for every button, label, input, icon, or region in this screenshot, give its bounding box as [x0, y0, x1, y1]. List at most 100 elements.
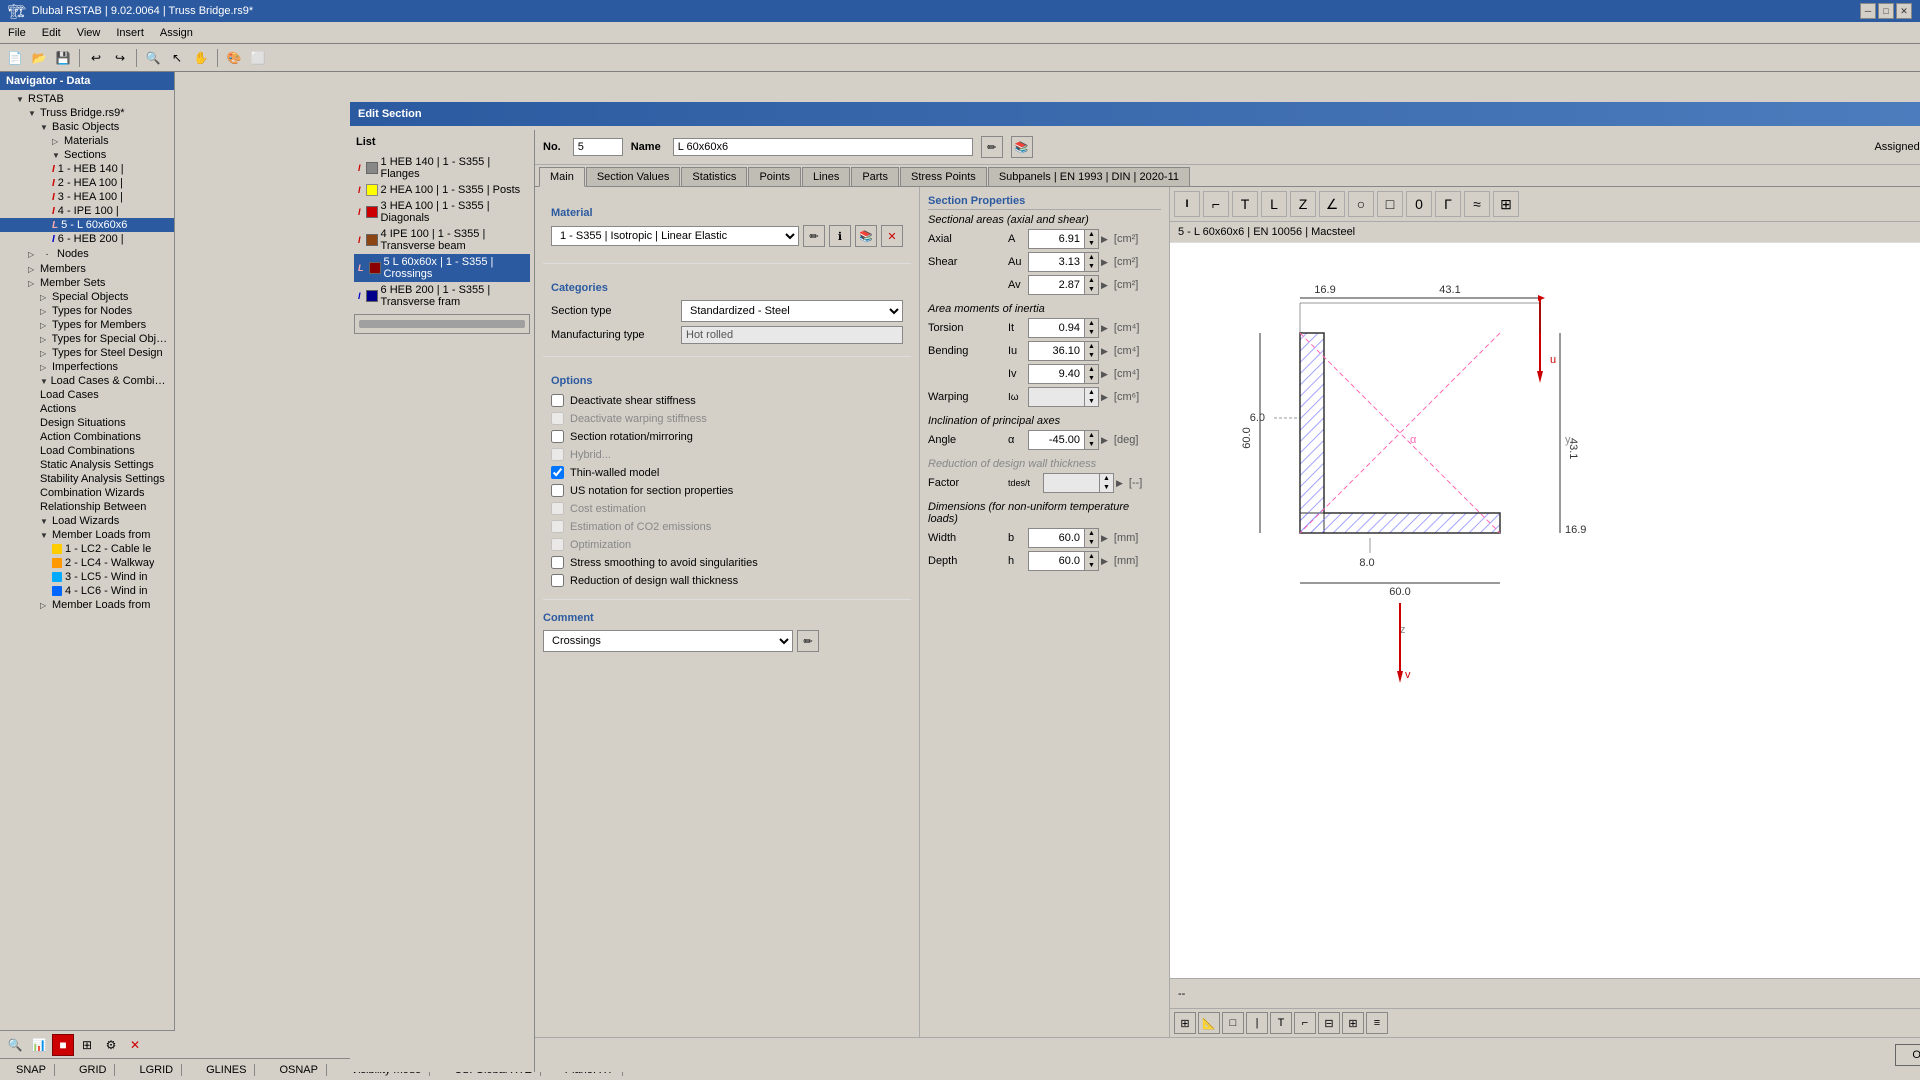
nav-special-objects[interactable]: ▷ Special Objects — [0, 290, 174, 304]
cs-tool-6[interactable]: ⌐ — [1294, 1012, 1316, 1034]
opt-shear-stiffness-cb[interactable] — [551, 394, 564, 407]
section-type-select[interactable]: Standardized - Steel — [681, 300, 903, 322]
angle-down[interactable]: ▼ — [1084, 440, 1098, 449]
nav-load-combinations[interactable]: Load Combinations — [0, 444, 174, 458]
shear2-down[interactable]: ▼ — [1084, 285, 1098, 294]
opt-section-rotation-cb[interactable] — [551, 430, 564, 443]
profile-l2-btn[interactable]: Γ — [1435, 191, 1461, 217]
nav-design-situations[interactable]: Design Situations — [0, 416, 174, 430]
torsion-down[interactable]: ▼ — [1084, 328, 1098, 337]
nav-rstab[interactable]: ▼ RSTAB — [0, 92, 174, 106]
profile-z-btn[interactable]: Z — [1290, 191, 1316, 217]
section-item-2[interactable]: I 2 HEA 100 | 1 - S355 | Posts — [354, 182, 530, 198]
zoom-btn[interactable]: 🔍 — [142, 47, 164, 69]
no-input[interactable] — [573, 138, 623, 156]
new-btn[interactable]: 📄 — [4, 47, 26, 69]
nav-combo-wizards[interactable]: Combination Wizards — [0, 486, 174, 500]
cs-tool-2[interactable]: 📐 — [1198, 1012, 1220, 1034]
tab-points[interactable]: Points — [748, 167, 801, 186]
nav-tool-2[interactable]: 📊 — [28, 1034, 50, 1043]
pan-btn[interactable]: ✋ — [190, 47, 212, 69]
axial-value-input[interactable] — [1029, 232, 1084, 246]
nav-relationship[interactable]: Relationship Between — [0, 500, 174, 514]
bending-v-down[interactable]: ▼ — [1084, 374, 1098, 383]
nav-lc6[interactable]: 4 - LC6 - Wind in — [0, 584, 174, 598]
material-library-icon[interactable]: 📚 — [855, 225, 877, 247]
cs-tool-5[interactable]: T — [1270, 1012, 1292, 1034]
nav-types-members[interactable]: ▷ Types for Members — [0, 318, 174, 332]
section-item-3[interactable]: I 3 HEA 100 | 1 - S355 | Diagonals — [354, 198, 530, 226]
ok-button[interactable]: OK — [1895, 1044, 1920, 1066]
menu-edit[interactable]: Edit — [34, 25, 69, 41]
tab-lines[interactable]: Lines — [802, 167, 850, 186]
material-delete-icon[interactable]: ✕ — [881, 225, 903, 247]
nav-section-3[interactable]: I 3 - HEA 100 | — [0, 190, 174, 204]
width-up[interactable]: ▲ — [1084, 529, 1098, 538]
tab-statistics[interactable]: Statistics — [681, 167, 747, 186]
status-glines[interactable]: GLINES — [198, 1064, 255, 1076]
shear-value-input[interactable] — [1029, 255, 1084, 269]
torsion-up[interactable]: ▲ — [1084, 319, 1098, 328]
profile-i-btn[interactable]: I — [1174, 191, 1200, 217]
profile-angle-btn[interactable]: ∠ — [1319, 191, 1345, 217]
nav-lc4[interactable]: 2 - LC4 - Walkway — [0, 556, 174, 570]
name-library-btn[interactable]: 📚 — [1011, 136, 1033, 158]
nav-imperfections[interactable]: ▷ Imperfections — [0, 360, 174, 374]
nav-members[interactable]: ▷ Members — [0, 262, 174, 276]
nav-section-5-selected[interactable]: L 5 - L 60x60x6 — [0, 218, 174, 232]
nav-section-6[interactable]: I 6 - HEB 200 | — [0, 232, 174, 246]
opt-stress-cb[interactable] — [551, 556, 564, 569]
bending-u-down[interactable]: ▼ — [1084, 351, 1098, 360]
material-select[interactable]: 1 - S355 | Isotropic | Linear Elastic — [551, 226, 799, 246]
nav-member-loads-2[interactable]: ▷ Member Loads from — [0, 598, 174, 612]
status-lgrid[interactable]: LGRID — [131, 1064, 182, 1076]
nav-project[interactable]: ▼ Truss Bridge.rs9* — [0, 106, 174, 120]
nav-types-steel[interactable]: ▷ Types for Steel Design — [0, 346, 174, 360]
menu-file[interactable]: File — [0, 25, 34, 41]
axial-up[interactable]: ▲ — [1084, 230, 1098, 239]
profile-l-btn[interactable]: L — [1261, 191, 1287, 217]
cs-tool-1[interactable]: ⊞ — [1174, 1012, 1196, 1034]
nav-nodes[interactable]: ▷ · Nodes — [0, 246, 174, 262]
nav-basic-objects[interactable]: ▼ Basic Objects — [0, 120, 174, 134]
name-input[interactable] — [673, 138, 973, 156]
profile-bracket-btn[interactable]: ⌐ — [1203, 191, 1229, 217]
select-btn[interactable]: ↖ — [166, 47, 188, 69]
status-osnap[interactable]: OSNAP — [271, 1064, 327, 1076]
minimize-btn[interactable]: ─ — [1860, 3, 1876, 19]
nav-tool-1[interactable]: 🔍 — [4, 1034, 26, 1043]
menu-assign[interactable]: Assign — [152, 25, 201, 41]
tab-section-values[interactable]: Section Values — [586, 167, 681, 186]
nav-stability-analysis[interactable]: Stability Analysis Settings — [0, 472, 174, 486]
nav-section-2[interactable]: I 2 - HEA 100 | — [0, 176, 174, 190]
nav-member-loads[interactable]: ▼ Member Loads from — [0, 528, 174, 542]
shear-up[interactable]: ▲ — [1084, 253, 1098, 262]
nav-actions[interactable]: Actions — [0, 402, 174, 416]
nav-section-1[interactable]: I 1 - HEB 140 | — [0, 162, 174, 176]
undo-btn[interactable]: ↩ — [85, 47, 107, 69]
section-item-1[interactable]: I 1 HEB 140 | 1 - S355 | Flanges — [354, 154, 530, 182]
nav-action-combinations[interactable]: Action Combinations — [0, 430, 174, 444]
nav-types-special[interactable]: ▷ Types for Special Objects — [0, 332, 174, 346]
profile-rect-btn[interactable]: □ — [1377, 191, 1403, 217]
nav-lc5[interactable]: 3 - LC5 - Wind in — [0, 570, 174, 584]
open-btn[interactable]: 📂 — [28, 47, 50, 69]
list-scrollbar[interactable] — [354, 314, 530, 334]
angle-input[interactable] — [1029, 433, 1084, 447]
opt-us-notation-cb[interactable] — [551, 484, 564, 497]
section-item-5-selected[interactable]: L 5 L 60x60x | 1 - S355 | Crossings — [354, 254, 530, 282]
cs-tool-3[interactable]: □ — [1222, 1012, 1244, 1034]
nav-section-4[interactable]: I 4 - IPE 100 | — [0, 204, 174, 218]
profile-wave-btn[interactable]: ≈ — [1464, 191, 1490, 217]
comment-edit-btn[interactable]: ✏ — [797, 630, 819, 652]
nav-member-sets[interactable]: ▷ Member Sets — [0, 276, 174, 290]
menu-insert[interactable]: Insert — [108, 25, 152, 41]
nav-tool-4[interactable]: ⊞ — [76, 1034, 98, 1043]
redo-btn[interactable]: ↪ — [109, 47, 131, 69]
shear2-up[interactable]: ▲ — [1084, 276, 1098, 285]
cs-tool-9[interactable]: ≡ — [1366, 1012, 1388, 1034]
nav-load-cases[interactable]: Load Cases — [0, 388, 174, 402]
angle-up[interactable]: ▲ — [1084, 431, 1098, 440]
tab-subpanels[interactable]: Subpanels | EN 1993 | DIN | 2020-11 — [988, 167, 1190, 186]
nav-static-analysis[interactable]: Static Analysis Settings — [0, 458, 174, 472]
